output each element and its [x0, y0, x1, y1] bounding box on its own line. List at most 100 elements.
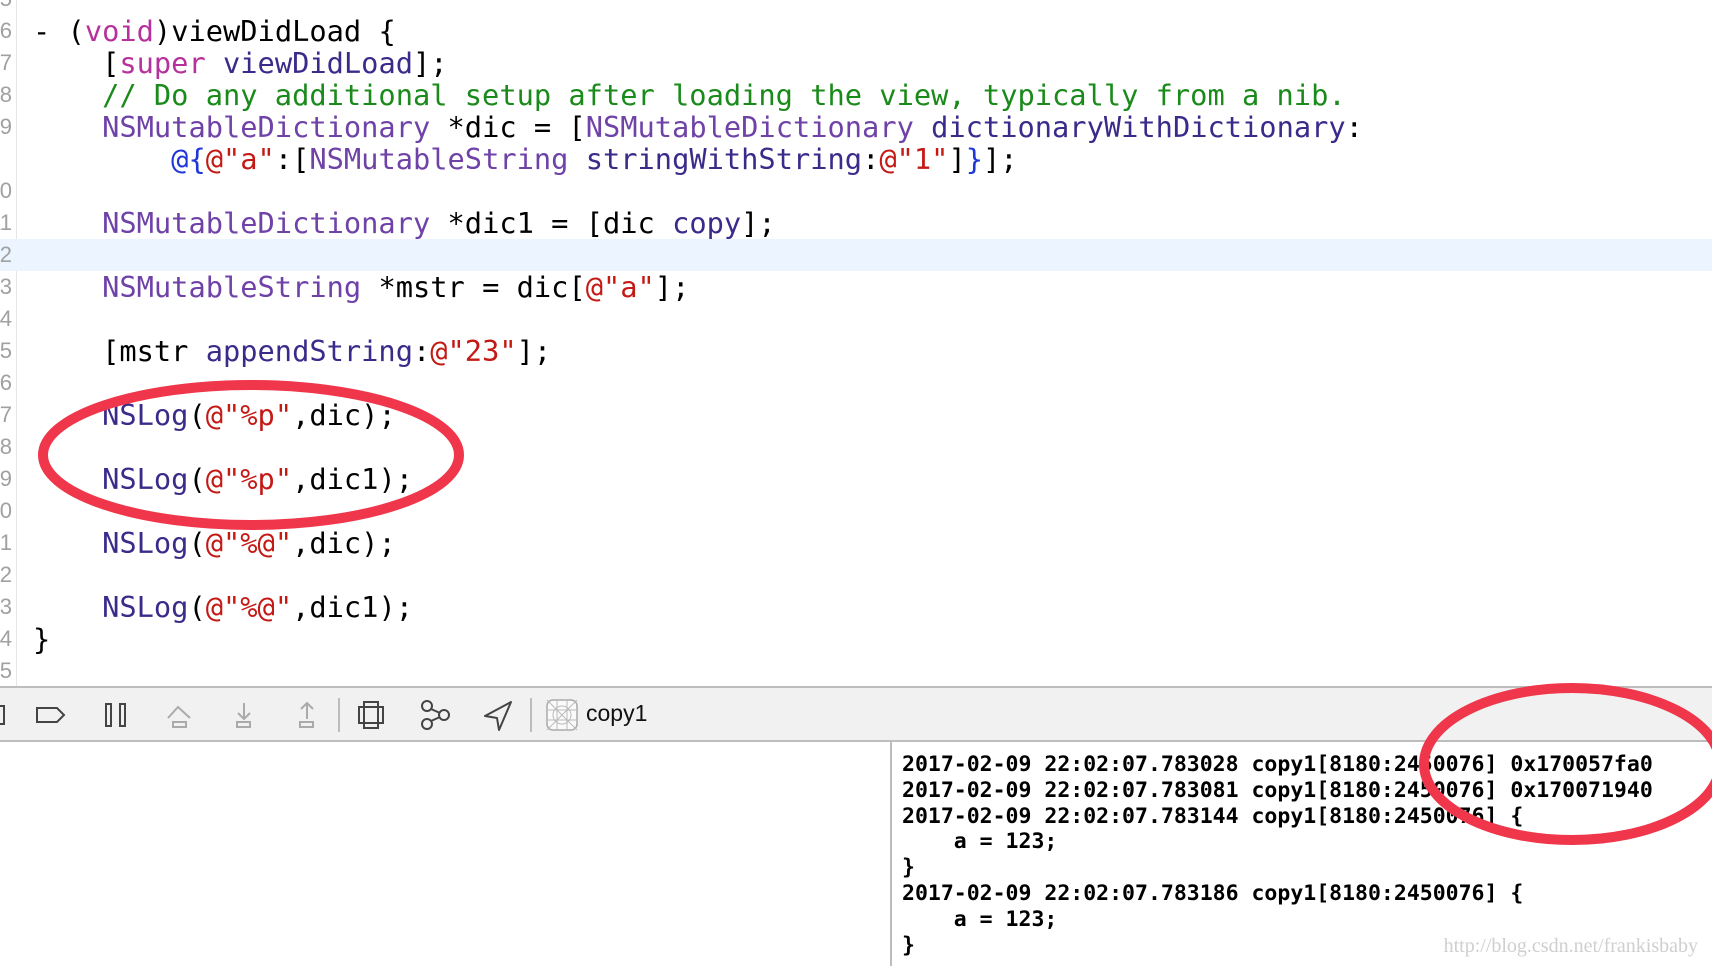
simulate-location-icon[interactable] [481, 698, 515, 732]
line-number[interactable]: 6 [0, 15, 12, 47]
line-number[interactable]: 12 [0, 239, 12, 271]
line-number[interactable]: 23 [0, 591, 12, 623]
line-number[interactable]: 17 [0, 399, 12, 431]
code-line[interactable]: 18 [0, 431, 1712, 463]
console-text: 2017-02-09 22:02:07.783028 copy1[8180:24… [902, 752, 1653, 958]
pause-icon[interactable] [99, 698, 133, 732]
code-token: @"a" [585, 270, 655, 304]
code-text: [super viewDidLoad]; [33, 46, 448, 80]
code-line[interactable]: 7 [super viewDidLoad]; [0, 47, 1712, 79]
code-token: dictionaryWithDictionary [931, 110, 1346, 144]
code-editor[interactable]: 56- (void)viewDidLoad {7 [super viewDidL… [0, 0, 1712, 686]
line-number[interactable]: 5 [0, 0, 12, 15]
code-token: @"%p" [205, 398, 293, 432]
breakpoint-icon[interactable] [34, 698, 68, 732]
line-number[interactable]: 9 [0, 111, 12, 143]
code-line[interactable]: @{@"a":[NSMutableString stringWithString… [0, 143, 1712, 175]
watermark: http://blog.csdn.net/frankisbaby [1443, 935, 1698, 957]
code-token: NSMutableDictionary [102, 206, 431, 240]
code-token: @"%@" [205, 590, 293, 624]
code-text: NSMutableString *mstr = dic[@"a"]; [33, 271, 689, 303]
line-number[interactable]: 19 [0, 463, 12, 495]
toolbar-separator [530, 698, 532, 732]
app-icon[interactable] [545, 698, 579, 732]
line-number[interactable]: 10 [0, 175, 12, 207]
code-token: ,dic1); [292, 462, 413, 496]
code-line[interactable]: 9 NSMutableDictionary *dic = [NSMutableD… [0, 111, 1712, 143]
code-line[interactable]: 8 // Do any additional setup after loadi… [0, 79, 1712, 111]
code-line[interactable]: 21 NSLog(@"%@",dic); [0, 527, 1712, 559]
line-number[interactable]: 11 [0, 207, 12, 239]
code-token: ( [188, 526, 206, 560]
code-token: } [965, 142, 983, 176]
code-line[interactable]: 22 [0, 559, 1712, 591]
code-token: *dic = [ [430, 110, 586, 144]
code-line[interactable]: 15 [mstr appendString:@"23"]; [0, 335, 1712, 367]
code-text: NSLog(@"%@",dic); [33, 527, 396, 559]
code-line[interactable]: 16 [0, 367, 1712, 399]
step-over-icon[interactable] [163, 698, 197, 732]
code-line[interactable]: 13 NSMutableString *mstr = dic[@"a"]; [0, 271, 1712, 303]
code-line[interactable]: 25 [0, 655, 1712, 686]
code-text: } [33, 623, 50, 655]
step-out-icon[interactable] [290, 698, 324, 732]
code-line[interactable]: 11 NSMutableDictionary *dic1 = [dic copy… [0, 207, 1712, 239]
line-number[interactable]: 21 [0, 527, 12, 559]
code-line[interactable]: 10 [0, 175, 1712, 207]
code-line[interactable]: 17 NSLog(@"%p",dic); [0, 399, 1712, 431]
line-number[interactable]: 22 [0, 559, 12, 591]
code-line[interactable]: 19 NSLog(@"%p",dic1); [0, 463, 1712, 495]
code-token: super [119, 46, 206, 80]
code-line[interactable]: 14 [0, 303, 1712, 335]
code-token: copy [672, 206, 742, 240]
code-token: ( [188, 398, 206, 432]
line-number[interactable]: 13 [0, 271, 12, 303]
line-number[interactable]: 24 [0, 623, 12, 655]
code-token: )viewDidLoad { [153, 14, 396, 48]
code-line[interactable]: 6 - (void)viewDidLoad { [0, 15, 1712, 47]
code-token: ( [188, 462, 206, 496]
code-token: @"23" [430, 334, 517, 368]
hide-debug-area-icon[interactable] [0, 698, 12, 732]
code-token: ( [188, 590, 206, 624]
code-token: ]; [413, 46, 448, 80]
line-number[interactable]: 20 [0, 495, 12, 527]
code-token: @"1" [879, 142, 949, 176]
line-number[interactable]: 8 [0, 79, 12, 111]
line-number[interactable]: 18 [0, 431, 12, 463]
code-line[interactable]: 12 [0, 239, 1712, 271]
line-number[interactable]: 14 [0, 303, 12, 335]
step-into-icon[interactable] [227, 698, 261, 732]
code-text: NSLog(@"%@",dic1); [33, 591, 413, 623]
code-token: *dic1 = [dic [430, 206, 673, 240]
code-line[interactable]: 5 [0, 0, 1712, 15]
code-token: :[ [274, 142, 310, 176]
code-token: *mstr = dic[ [361, 270, 586, 304]
code-line[interactable]: 24} [0, 623, 1712, 655]
memory-graph-icon[interactable] [418, 698, 452, 732]
code-text: NSMutableDictionary *dic1 = [dic copy]; [33, 207, 776, 239]
line-number[interactable]: 25 [0, 655, 12, 686]
code-text: NSMutableDictionary *dic = [NSMutableDic… [33, 111, 1363, 143]
code-text: NSLog(@"%p",dic); [33, 399, 396, 431]
line-number[interactable]: 15 [0, 335, 12, 367]
line-number[interactable]: 7 [0, 47, 12, 79]
code-line[interactable]: 23 NSLog(@"%@",dic1); [0, 591, 1712, 623]
scheme-label[interactable]: copy1 [586, 700, 647, 727]
view-hierarchy-icon[interactable] [354, 698, 388, 732]
code-token: ]; [516, 334, 552, 368]
code-token: NSLog [102, 526, 189, 560]
console-output[interactable]: 2017-02-09 22:02:07.783028 copy1[8180:24… [890, 742, 1712, 966]
code-token: viewDidLoad [223, 46, 413, 80]
code-line[interactable]: 20 [0, 495, 1712, 527]
line-number[interactable]: 16 [0, 367, 12, 399]
